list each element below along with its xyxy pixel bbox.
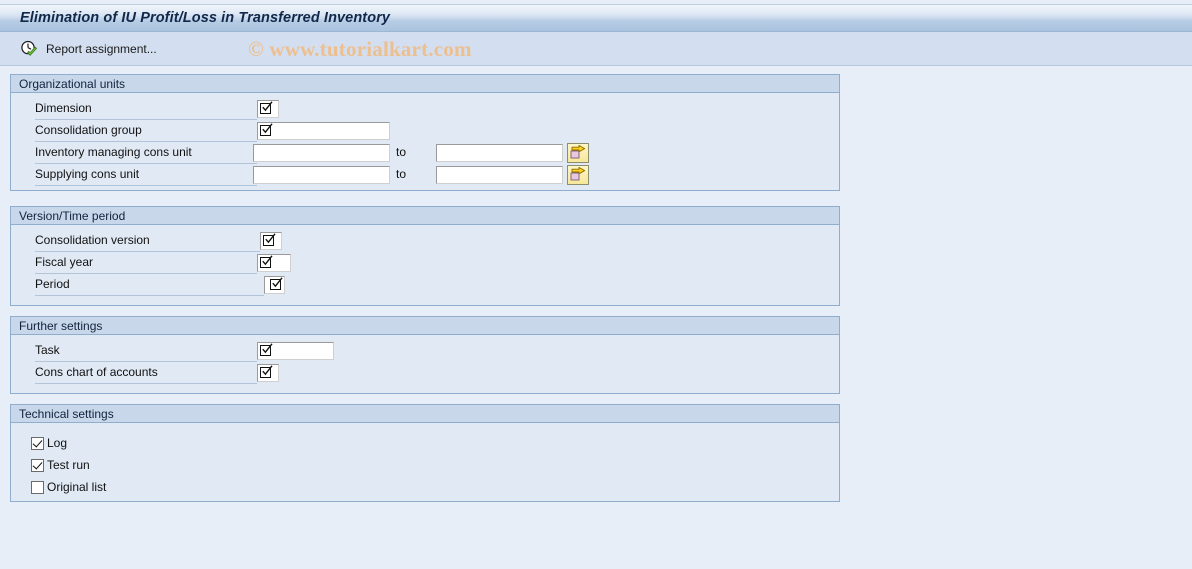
group-body-organizational-units: Dimension Consolidation group Inventory … — [11, 93, 839, 191]
group-header-organizational-units: Organizational units — [11, 75, 839, 93]
checkbox-test-run[interactable] — [31, 458, 44, 472]
group-body-further-settings: Task Cons chart of accounts — [11, 335, 839, 394]
input-dimension[interactable] — [257, 100, 279, 118]
field-row-consolidation-group: Consolidation group — [11, 121, 839, 143]
group-title-further-settings: Further settings — [19, 318, 103, 333]
label-fiscal-year: Fiscal year — [35, 253, 257, 274]
label-to-inventory: to — [396, 145, 407, 159]
checkbox-row-original-list[interactable]: Original list — [31, 478, 106, 496]
yellow-arrow-icon — [570, 144, 586, 162]
input-inventory-managing-cons-unit-from[interactable] — [253, 144, 390, 162]
application-toolbar: Report assignment... — [0, 32, 1192, 66]
checkbox-label-log: Log — [47, 436, 68, 450]
input-inventory-managing-cons-unit-to[interactable] — [436, 144, 563, 162]
input-task[interactable] — [257, 342, 334, 360]
group-title-technical-settings: Technical settings — [19, 406, 114, 421]
label-dimension: Dimension — [35, 99, 257, 120]
group-header-further-settings: Further settings — [11, 317, 839, 335]
page-title: Elimination of IU Profit/Loss in Transfe… — [20, 10, 391, 26]
selection-screen-content: Organizational units Dimension Consolida… — [0, 66, 1192, 569]
input-fiscal-year[interactable] — [257, 254, 291, 272]
clock-check-icon — [20, 40, 38, 58]
label-consolidation-group: Consolidation group — [35, 121, 257, 142]
input-supplying-cons-unit-from[interactable] — [253, 166, 390, 184]
matchcode-check-icon — [260, 342, 273, 358]
matchcode-check-icon — [263, 232, 276, 248]
field-row-fiscal-year: Fiscal year — [11, 253, 839, 275]
report-assignment-label: Report assignment... — [46, 41, 157, 56]
multiple-selection-button-supplying[interactable] — [567, 165, 589, 185]
field-row-dimension: Dimension — [11, 99, 839, 121]
group-header-version-time-period: Version/Time period — [11, 207, 839, 225]
input-consolidation-version[interactable] — [260, 232, 282, 250]
group-body-technical-settings: Log Test run Original list — [11, 423, 839, 502]
checkbox-row-log[interactable]: Log — [31, 434, 67, 452]
label-cons-chart-of-accounts: Cons chart of accounts — [35, 363, 257, 384]
label-consolidation-version: Consolidation version — [35, 231, 260, 252]
group-title-organizational-units: Organizational units — [19, 76, 126, 91]
checkbox-label-original-list: Original list — [47, 480, 107, 494]
input-period[interactable] — [264, 276, 285, 294]
group-version-time-period: Version/Time period Consolidation versio… — [10, 206, 840, 306]
field-row-supplying-cons-unit: Supplying cons unit to — [11, 165, 839, 187]
matchcode-check-icon — [260, 122, 273, 138]
multiple-selection-button-inventory[interactable] — [567, 143, 589, 163]
field-row-cons-chart-of-accounts: Cons chart of accounts — [11, 363, 839, 385]
field-row-period: Period — [11, 275, 839, 297]
label-task: Task — [35, 341, 257, 362]
field-row-task: Task — [11, 341, 839, 363]
window-title-bar: Elimination of IU Profit/Loss in Transfe… — [0, 4, 1192, 32]
checkbox-row-test-run[interactable]: Test run — [31, 456, 90, 474]
field-row-consolidation-version: Consolidation version — [11, 231, 839, 253]
group-organizational-units: Organizational units Dimension Consolida… — [10, 74, 840, 191]
label-supplying-cons-unit: Supplying cons unit — [35, 165, 257, 186]
yellow-arrow-icon — [570, 166, 586, 184]
matchcode-check-icon — [260, 364, 273, 380]
group-header-technical-settings: Technical settings — [11, 405, 839, 423]
matchcode-check-icon — [260, 254, 273, 270]
input-supplying-cons-unit-to[interactable] — [436, 166, 563, 184]
group-further-settings: Further settings Task Cons chart of acco… — [10, 316, 840, 394]
matchcode-check-icon — [270, 276, 283, 292]
checkbox-label-test-run: Test run — [47, 458, 90, 472]
report-assignment-button[interactable]: Report assignment... — [16, 37, 161, 61]
field-row-inventory-managing-cons-unit: Inventory managing cons unit to — [11, 143, 839, 165]
input-cons-chart-of-accounts[interactable] — [257, 364, 279, 382]
checkbox-original-list[interactable] — [31, 480, 44, 494]
checkbox-log[interactable] — [31, 436, 44, 450]
group-body-version-time-period: Consolidation version Fiscal year Period — [11, 225, 839, 306]
input-consolidation-group[interactable] — [257, 122, 390, 140]
label-to-supplying: to — [396, 167, 407, 181]
group-technical-settings: Technical settings Log Test run Original… — [10, 404, 840, 502]
label-period: Period — [35, 275, 264, 296]
group-title-version-time-period: Version/Time period — [19, 208, 126, 223]
label-inventory-managing-cons-unit: Inventory managing cons unit — [35, 143, 257, 164]
matchcode-check-icon — [260, 100, 273, 116]
